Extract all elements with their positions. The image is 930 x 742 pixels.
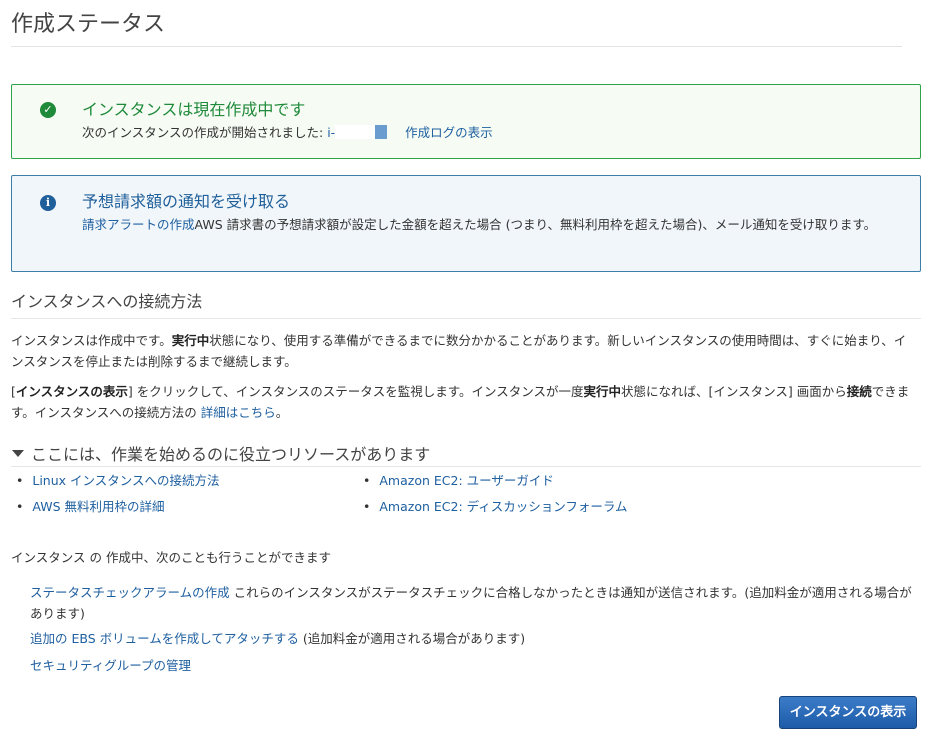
linux-connect-link[interactable]: Linux インスタンスへの接続方法 bbox=[32, 473, 219, 488]
resource-item: Amazon EC2: ディスカッションフォーラム bbox=[363, 497, 627, 517]
view-instances-button[interactable]: インスタンスの表示 bbox=[779, 696, 917, 729]
connect-paragraph-2: [インスタンスの表示] をクリックして、インスタンスのステータスを監視します。イ… bbox=[11, 381, 916, 423]
page-title: 作成ステータス bbox=[11, 12, 166, 37]
running-state-label: 実行中 bbox=[171, 333, 210, 348]
instance-id-text: i- bbox=[327, 125, 336, 140]
connect-section-heading: インスタンスへの接続方法 bbox=[11, 292, 203, 311]
connect-p2-text-e: 状態になれば、[インスタンス] 画面から bbox=[621, 384, 847, 399]
ec2-forum-link[interactable]: Amazon EC2: ディスカッションフォーラム bbox=[379, 499, 627, 514]
create-status-check-alarm-link[interactable]: ステータスチェックアラームの作成 bbox=[30, 585, 230, 600]
billing-alert-heading: 予想請求額の通知を受け取る bbox=[82, 192, 291, 211]
extras-intro: インスタンス の 作成中、次のことも行うことができます bbox=[11, 550, 331, 565]
create-ebs-volume-link[interactable]: 追加の EBS ボリュームを作成してアタッチする bbox=[30, 631, 299, 646]
launch-status-page: 作成ステータス ✓ インスタンスは現在作成中です 次のインスタンスの作成が開始さ… bbox=[0, 0, 930, 742]
ebs-description: (追加料金が適用される場合があります) bbox=[298, 631, 526, 646]
view-launch-log-link[interactable]: 作成ログの表示 bbox=[405, 125, 493, 140]
success-alert-text: 次のインスタンスの作成が開始されました: bbox=[82, 125, 328, 140]
extra-item-status-alarm: ステータスチェックアラームの作成 これらのインスタンスがステータスチェックに合格… bbox=[30, 582, 920, 624]
billing-info-alert: i 予想請求額の通知を受け取る 請求アラートの作成AWS 請求書の予想請求額が設… bbox=[11, 175, 921, 272]
instance-id-link[interactable]: i- bbox=[327, 125, 405, 140]
connect-section-divider bbox=[11, 318, 921, 319]
resource-item: Linux インスタンスへの接続方法 bbox=[16, 471, 219, 491]
title-divider bbox=[11, 46, 902, 47]
free-tier-details-link[interactable]: AWS 無料利用枠の詳細 bbox=[32, 499, 164, 514]
learn-more-link[interactable]: 詳細はこちら bbox=[201, 405, 276, 420]
billing-alert-text: AWS 請求書の予想請求額が設定した金額を超えた場合 (つまり、無料利用枠を超え… bbox=[194, 217, 877, 232]
connect-p2-text-c: ] をクリックして、インスタンスのステータスを監視します。インスタンスが一度 bbox=[127, 384, 584, 399]
resources-section-divider bbox=[11, 466, 921, 467]
extra-item-ebs: 追加の EBS ボリュームを作成してアタッチする (追加料金が適用される場合があ… bbox=[30, 628, 920, 649]
view-instances-label: インスタンスの表示 bbox=[15, 384, 128, 399]
resource-item: Amazon EC2: ユーザーガイド bbox=[363, 471, 554, 491]
running-state-label-2: 実行中 bbox=[583, 384, 622, 399]
info-circle-icon: i bbox=[40, 195, 56, 211]
resources-heading-text: ここには、作業を始めるのに役立つリソースがあります bbox=[31, 445, 431, 464]
ec2-user-guide-link[interactable]: Amazon EC2: ユーザーガイド bbox=[379, 473, 554, 488]
success-alert-heading: インスタンスは現在作成中です bbox=[82, 100, 306, 119]
check-circle-icon: ✓ bbox=[40, 102, 56, 118]
redacted-instance-id bbox=[335, 125, 388, 139]
caret-down-icon bbox=[12, 450, 24, 457]
connect-p2-text-h: 。 bbox=[275, 405, 289, 420]
connect-p1-text-a: インスタンスは作成中です。 bbox=[11, 333, 172, 348]
connect-label: 接続 bbox=[846, 384, 872, 399]
success-alert-body: 次のインスタンスの作成が開始されました: i- 作成ログの表示 bbox=[82, 122, 900, 143]
resource-item: AWS 無料利用枠の詳細 bbox=[16, 497, 164, 517]
connect-paragraph-1: インスタンスは作成中です。実行中状態になり、使用する準備ができるまでに数分かかる… bbox=[11, 330, 916, 372]
success-alert: ✓ インスタンスは現在作成中です 次のインスタンスの作成が開始されました: i-… bbox=[11, 84, 921, 159]
billing-alert-body: 請求アラートの作成AWS 請求書の予想請求額が設定した金額を超えた場合 (つまり… bbox=[82, 214, 900, 235]
resources-section-toggle[interactable]: ここには、作業を始めるのに役立つリソースがあります bbox=[12, 444, 430, 466]
manage-security-groups-link[interactable]: セキュリティグループの管理 bbox=[30, 658, 191, 673]
extra-item-security-groups: セキュリティグループの管理 bbox=[30, 655, 920, 676]
create-billing-alert-link[interactable]: 請求アラートの作成 bbox=[82, 217, 195, 232]
